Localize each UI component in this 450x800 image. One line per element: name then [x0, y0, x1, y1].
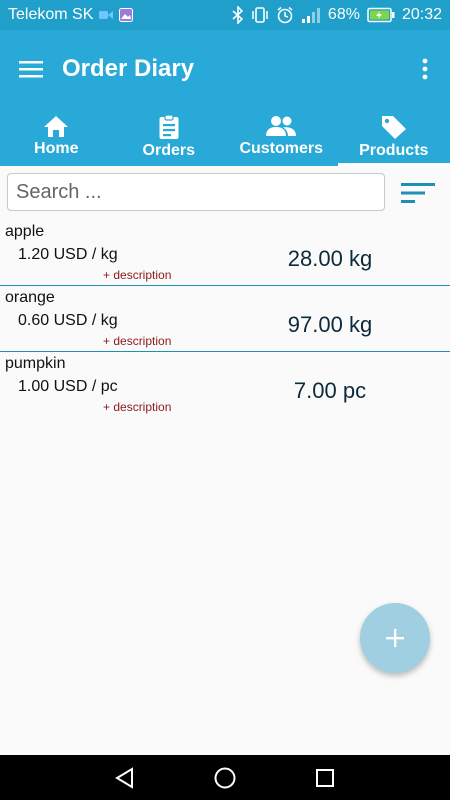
tab-label: Orders [142, 142, 195, 159]
tab-label: Products [359, 142, 429, 159]
add-description-link[interactable]: + description [103, 268, 171, 282]
add-product-button[interactable] [360, 603, 430, 673]
search-input[interactable] [7, 173, 385, 211]
recents-icon[interactable] [310, 763, 340, 793]
product-quantity: 7.00 pc [293, 378, 367, 403]
video-call-icon [99, 9, 114, 21]
bluetooth-icon [232, 6, 244, 24]
tab-products[interactable]: Products [337, 108, 450, 166]
product-price: 0.60 USD / kg [18, 312, 118, 329]
system-nav-bar [0, 755, 450, 800]
clipboard-icon [159, 114, 179, 139]
add-description-link[interactable]: + description [103, 334, 171, 348]
add-description-link[interactable]: + description [103, 400, 171, 414]
tab-label: Customers [239, 140, 324, 157]
product-name: apple [5, 223, 45, 240]
tab-label: Home [34, 140, 79, 157]
product-price: 1.00 USD / pc [18, 378, 118, 395]
signal-icon [301, 7, 321, 23]
product-name: pumpkin [5, 355, 66, 372]
gallery-icon [119, 8, 134, 22]
app-title: Order Diary [62, 55, 195, 82]
tag-icon [381, 116, 406, 139]
tab-orders[interactable]: Orders [113, 108, 226, 166]
status-bar: Telekom SK 68% 20:32 [0, 0, 450, 30]
alarm-icon [276, 6, 294, 24]
list-item[interactable]: orange 0.60 USD / kg + description 97.00… [0, 286, 450, 352]
sort-icon[interactable] [398, 178, 438, 208]
app-bar: Order Diary [0, 30, 450, 108]
hamburger-menu-icon[interactable] [0, 30, 62, 108]
list-item[interactable]: pumpkin 1.00 USD / pc + description 7.00… [0, 352, 450, 418]
plus-icon [386, 629, 404, 647]
product-quantity: 28.00 kg [287, 246, 373, 271]
clock: 20:32 [401, 6, 442, 23]
search-row [0, 166, 450, 220]
battery-percent: 68% [327, 6, 360, 23]
product-quantity: 97.00 kg [287, 312, 373, 337]
vibrate-icon [251, 7, 269, 23]
home-icon [44, 116, 69, 137]
product-name: orange [5, 289, 55, 306]
tab-home[interactable]: Home [0, 108, 113, 166]
product-price: 1.20 USD / kg [18, 246, 118, 263]
tab-customers[interactable]: Customers [225, 108, 338, 166]
carrier-name: Telekom SK [8, 6, 94, 23]
people-icon [266, 116, 297, 136]
list-item[interactable]: apple 1.20 USD / kg + description 28.00 … [0, 220, 450, 286]
back-icon[interactable] [110, 763, 140, 793]
home-button-icon[interactable] [210, 763, 240, 793]
more-vert-icon[interactable] [400, 30, 450, 108]
battery-charging-icon [367, 7, 395, 23]
tab-bar: Home Orders Customers Products [0, 108, 450, 166]
product-list: apple 1.20 USD / kg + description 28.00 … [0, 220, 450, 418]
